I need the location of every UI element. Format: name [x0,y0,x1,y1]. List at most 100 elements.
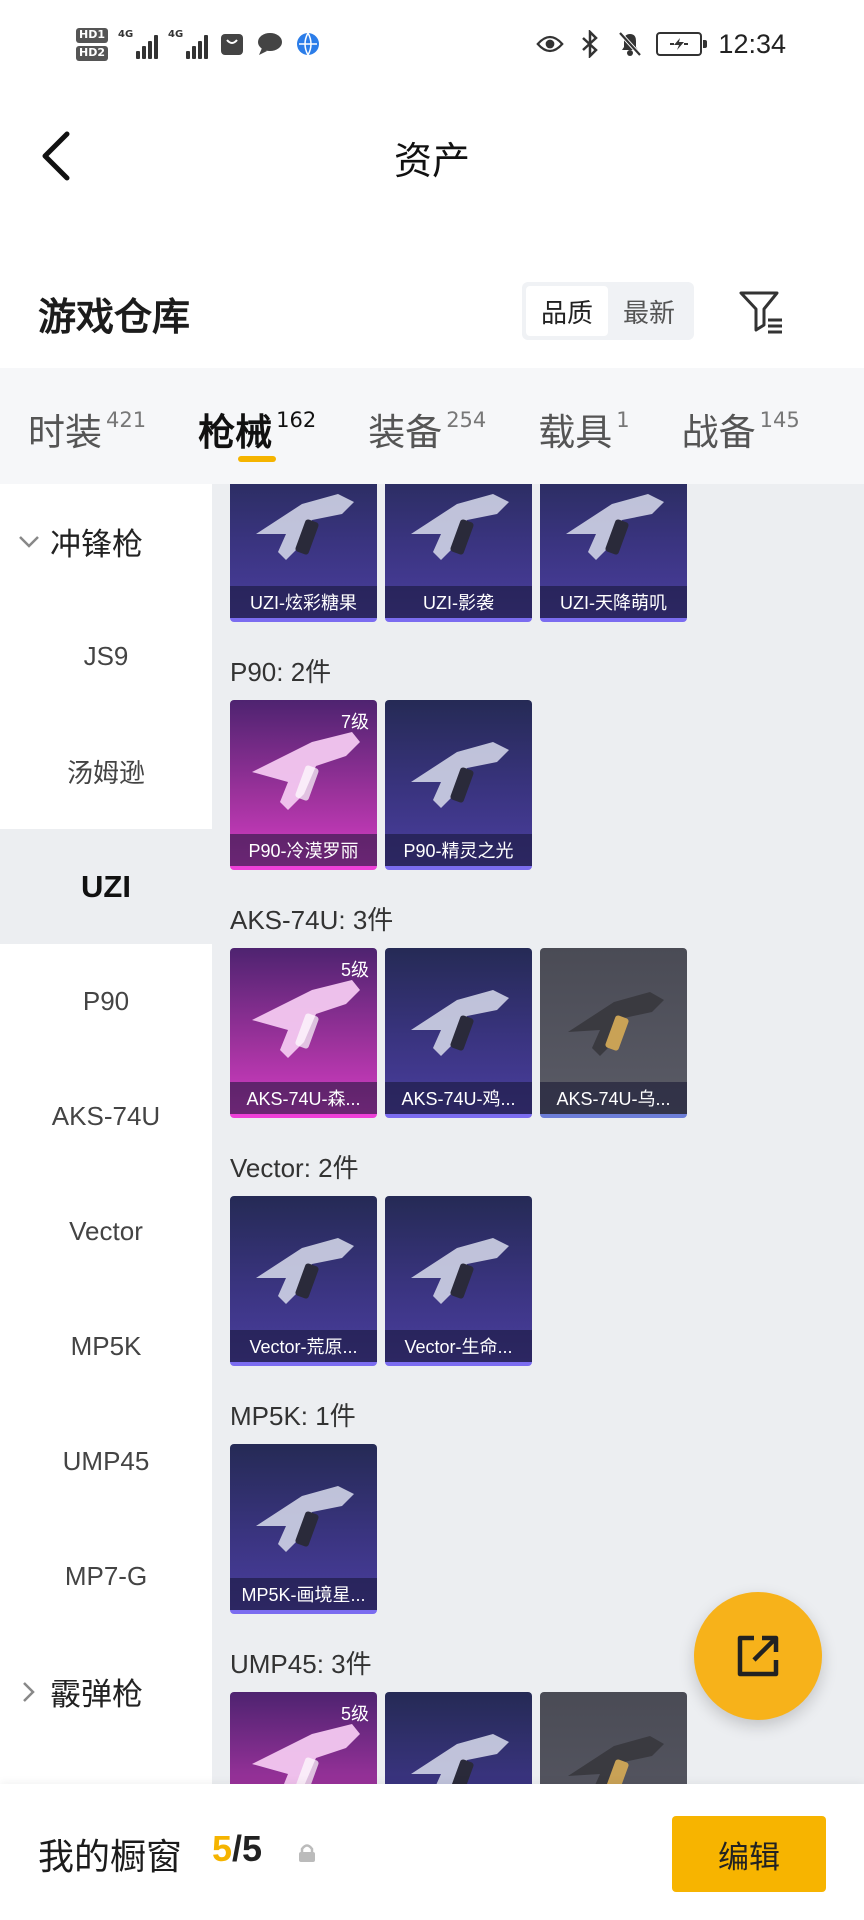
weapon-art-icon [256,1486,354,1552]
hd2-badge: HD2 [76,45,108,61]
skin-card[interactable]: UZI-炫彩糖果 [230,484,377,622]
skin-card[interactable]: 5级 [230,1692,377,1784]
skin-card[interactable]: UZI-天降萌叽 [540,484,687,622]
skin-card[interactable]: AKS-74U-鸡... [385,948,532,1118]
sidebar-category-smg[interactable]: 冲锋枪 [0,484,212,599]
tab-fashion[interactable]: 时装 421 [28,368,146,484]
showcase-label: 我的橱窗 [38,1837,183,1878]
mute-bell-icon [616,30,644,58]
tab-firearms[interactable]: 枪械 162 [198,368,316,484]
skin-name: AKS-74U-鸡... [385,1082,532,1114]
skin-card[interactable] [540,1692,687,1784]
weapon-art-icon [256,1238,354,1304]
tab-count: 1 [616,408,630,432]
edit-button[interactable]: 编辑 [672,1816,826,1892]
warehouse-header: 游戏仓库 品质 最新 [0,260,864,360]
sidebar-item-mp7g[interactable]: MP7-G [0,1519,212,1634]
skin-card[interactable]: Vector-生命... [385,1196,532,1366]
weapon-art-icon [411,1238,509,1304]
tab-count: 145 [759,408,800,432]
sidebar-item-p90[interactable]: P90 [0,944,212,1059]
signal-1-label: 4G [118,29,134,40]
skin-card[interactable]: Vector-荒原... [230,1196,377,1366]
weapon-art-icon [566,494,664,560]
showcase-separator: / [232,1828,243,1869]
tab-label: 枪械 [198,411,273,454]
weapon-art-icon [256,494,354,560]
hd-indicators: HD1 HD2 [76,27,108,61]
group-title: P90: 2件 [230,656,332,687]
sort-toggle: 品质 最新 [522,282,694,340]
skin-name: P90-精灵之光 [385,834,532,866]
weapon-art-icon [411,494,509,560]
battery-icon [656,32,708,56]
lock-icon [299,1844,315,1862]
tab-label: 时装 [28,411,102,454]
showcase-used: 5 [212,1828,233,1869]
tab-count: 254 [446,408,487,432]
skin-level: 5级 [340,960,369,980]
status-bar: HD1 HD2 4G 4G 12:34 [0,0,864,88]
sidebar-item-uzi[interactable]: UZI [0,829,212,944]
filter-button[interactable] [734,284,790,340]
warehouse-title: 游戏仓库 [38,295,191,339]
skin-grid: UZI-炫彩糖果 UZI-影袭 UZI-天降萌叽 P90: 2件 7级 P90-冷漠罗丽 P… [212,484,864,1784]
signal-2-label: 4G [168,29,184,40]
sidebar-item-ump45[interactable]: UMP45 [0,1404,212,1519]
tab-supplies[interactable]: 战备 145 [682,368,800,484]
category-tabs: 时装 421 枪械 162 装备 254 载具 1 战备 145 [0,368,864,484]
group-title: MP5K: 1件 [230,1400,356,1431]
signal-1-icon: 4G [118,29,158,59]
skin-name: Vector-荒原... [230,1330,377,1362]
shopping-bag-icon [218,30,246,58]
status-left: HD1 HD2 4G 4G [76,20,322,68]
skin-groups: UZI-炫彩糖果 UZI-影袭 UZI-天降萌叽 P90: 2件 7级 P90-冷漠罗丽 P… [212,484,864,1784]
skin-card[interactable]: 5级 AKS-74U-森... [230,948,377,1118]
skin-card[interactable] [385,1692,532,1784]
sort-quality-button[interactable]: 品质 [526,286,608,336]
skin-row: UZI-炫彩糖果 UZI-影袭 UZI-天降萌叽 [212,484,864,640]
chevron-right-icon [18,1681,40,1703]
sidebar-item-mp5k[interactable]: MP5K [0,1289,212,1404]
filter-icon [739,291,782,334]
sort-newest-button[interactable]: 最新 [608,286,690,336]
sidebar-category-shotgun[interactable]: 霰弹枪 [0,1634,212,1749]
skin-card[interactable]: AKS-74U-乌... [540,948,687,1118]
skin-card[interactable]: UZI-影袭 [385,484,532,622]
tab-vehicles[interactable]: 载具 1 [538,368,629,484]
skin-card[interactable]: 7级 P90-冷漠罗丽 [230,700,377,870]
sidebar-item-aks74u[interactable]: AKS-74U [0,1059,212,1174]
signal-2-icon: 4G [168,29,208,59]
skin-name: P90-冷漠罗丽 [230,834,377,866]
tab-count: 162 [276,408,317,432]
showcase-total: 5 [242,1828,263,1869]
status-right: 12:34 [536,20,786,68]
skin-row: 5级 AKS-74U-森... AKS-74U-鸡... AKS-74U-乌... [212,948,864,1136]
skin-level: 5级 [340,1704,369,1724]
skin-name: AKS-74U-乌... [540,1082,687,1114]
tab-equipment[interactable]: 装备 254 [368,368,486,484]
sidebar-item-vector[interactable]: Vector [0,1174,212,1289]
tab-label: 载具 [538,411,613,454]
weapon-sidebar: 冲锋枪 JS9 汤姆逊 UZI P90 AKS-74U Vector MP5K … [0,484,212,1784]
weapon-art-icon [411,742,509,808]
share-button[interactable] [694,1592,822,1720]
skin-card[interactable]: MP5K-画境星... [230,1444,377,1614]
tab-label: 装备 [368,411,443,454]
sidebar-category-label: 霰弹枪 [50,1677,143,1713]
tab-active-indicator [238,456,277,462]
skin-name: UZI-天降萌叽 [540,586,687,618]
chevron-down-icon [18,531,40,553]
clock: 12:34 [718,28,786,59]
skin-name: UZI-炫彩糖果 [230,586,377,618]
group-title: Vector: 2件 [230,1152,359,1183]
sidebar-item-js9[interactable]: JS9 [0,599,212,714]
sidebar-item-thompson[interactable]: 汤姆逊 [0,714,212,829]
showcase-count: 5/5 [212,1828,262,1870]
tab-count: 421 [106,408,147,432]
chat-bubble-icon [256,30,284,58]
skin-card[interactable]: P90-精灵之光 [385,700,532,870]
sidebar-category-label: 冲锋枪 [50,527,143,563]
showcase-bar: 我的橱窗 5/5 编辑 [0,1784,864,1920]
skin-name: Vector-生命... [385,1330,532,1362]
